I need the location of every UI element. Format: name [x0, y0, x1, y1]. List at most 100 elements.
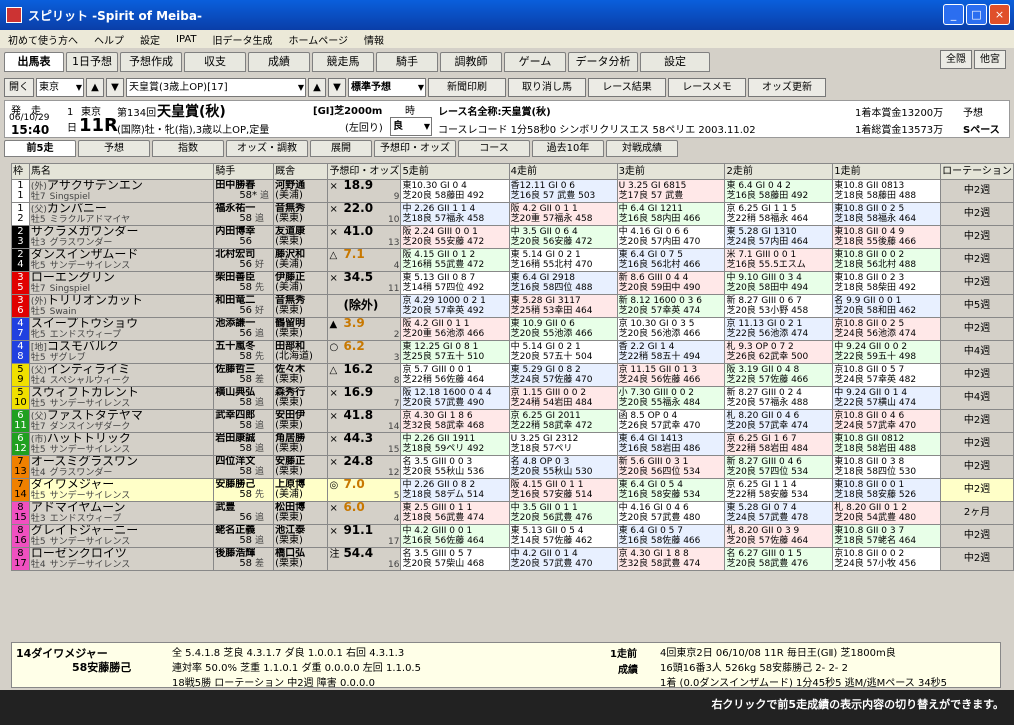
odds-cell[interactable]: × 41.0 13 [327, 225, 402, 249]
jockey-cell[interactable]: 柴田善臣 58 先 [213, 271, 275, 295]
menu-item-2[interactable]: 設定 [132, 32, 168, 47]
horse-name[interactable]: サクラメガワンダー [31, 227, 139, 239]
horse-name[interactable]: インティライミ [47, 365, 130, 377]
horse-row[interactable]: 7 14 ダイワメジャー 牡5 サンデーサイレンス 安藤勝己 58 先上原博 (美浦) ◎ 7.0 5… [11, 478, 1014, 502]
horse-name-cell[interactable]: ローゼンクロイツ 牡4 サンデーサイレンス [28, 547, 215, 571]
menu-item-4[interactable]: 旧データ生成 [205, 32, 281, 47]
prev-race-r5[interactable]: 京 4.29 1000 0 2 1 芝20良 57幸英 492 [400, 294, 510, 318]
prev-race-r2[interactable]: 新 8.27 GIII 0 2 4 芝20良 57福永 488 [724, 386, 834, 410]
odds-cell[interactable]: ○ 6.2 3 [327, 340, 402, 364]
prev-race-r3[interactable]: 中 6.4 GI 1211 芝16良 58内田 466 [616, 202, 726, 226]
trainer-cell[interactable]: 橋口弘 (栗東) [273, 547, 329, 571]
prev-race-r4[interactable]: 中 3.5 GII 0 1 1 芝20良 56武豊 476 [508, 501, 618, 525]
prev-race-r2[interactable]: 札 8.20 GII 0 4 6 芝20良 57武幸 474 [724, 409, 834, 433]
prev-race-r3[interactable]: 東 6.4 GI 0 5 4 芝16良 58安藤 534 [616, 478, 726, 502]
prev-race-r5[interactable]: 名 3.5 GIII 0 0 3 芝20良 55秋山 536 [400, 455, 510, 479]
prev-race-r5[interactable]: 中 2.26 GII 1 1 4 芝18良 57福永 458 [400, 202, 510, 226]
prev-race-r4[interactable]: 東 5.29 GI 0 8 2 芝24良 57佐藤 470 [508, 363, 618, 387]
horse-row[interactable]: 8 17 ローゼンクロイツ 牡4 サンデーサイレンス 後藤浩輝 58 差橋口弘 (栗東) 注 54.… [11, 547, 1014, 571]
next-down-button[interactable]: ▼ [328, 77, 346, 97]
main-tab-7[interactable]: 調教師 [440, 52, 502, 72]
prev-race-r1[interactable]: 東10.8 GII 0 3 7 芝18良 57蛯名 464 [832, 524, 942, 548]
jockey-cell[interactable]: 佐藤哲三 58 差 [213, 363, 275, 387]
prev-race-r2[interactable]: 札 8.20 GII 0 3 9 芝20良 57佐藤 464 [724, 524, 834, 548]
odds-cell[interactable]: ▲ 3.9 2 [327, 317, 402, 341]
prev-race-r1[interactable]: 東10.8 GII 0812 芝18良 58岩田 488 [832, 432, 942, 456]
main-tab-1[interactable]: 1日予想 [66, 52, 118, 72]
horse-name-cell[interactable]: ダンスインザムード 牝5 サンデーサイレンス [28, 248, 215, 272]
prev-race-r5[interactable]: 東 12.25 GI 0 8 1 芝25良 57五十 510 [400, 340, 510, 364]
prev-race-r2[interactable]: 東 5.28 GI 0 7 4 芝24良 57武豊 478 [724, 501, 834, 525]
prev-race-r3[interactable]: 東 6.4 GI 0 7 5 芝16良 56北村 466 [616, 248, 726, 272]
menu-item-0[interactable]: 初めて使う方へ [0, 32, 86, 47]
main-tab-6[interactable]: 騎手 [376, 52, 438, 72]
horse-name-cell[interactable]: スイープトウショウ 牝5 エンドスウィープ [28, 317, 215, 341]
prev-race-r4[interactable]: U 3.25 GI 2312 芝18良 57ペリ [508, 432, 618, 456]
horse-name-cell[interactable]: (外)アサクサデンエン 牡7 Singspiel [28, 179, 215, 203]
prev-race-r5[interactable]: 中 2.26 GII 1911 芝18良 59ペリ 492 [400, 432, 510, 456]
toolbar-button-4[interactable]: オッズ更新 [748, 77, 826, 97]
main-tab-8[interactable]: ゲーム [504, 52, 566, 72]
odds-cell[interactable]: × 6.0 4 [327, 501, 402, 525]
prev-down-button[interactable]: ▼ [106, 77, 124, 97]
toolbar-button-3[interactable]: レースメモ [668, 77, 746, 97]
trainer-cell[interactable]: 音無秀 (栗東) [273, 202, 329, 226]
prev-race-r1[interactable]: 東10.8 GII 0 4 9 芝18良 55後藤 466 [832, 225, 942, 249]
horse-row[interactable]: 6 12 (市)ハットトリック 牡5 サンデーサイレンス 岩田康誠 58 追角居勝 (栗東) × 4… [11, 432, 1014, 456]
horse-row[interactable]: 3 6 (外)トリリオンカット 牡5 Swain 和田竜二 56 好音無秀 (栗東) (除外) 京 … [11, 294, 1014, 318]
horse-row[interactable]: 1 2 (父)カンパニー 牡5 ミラクルアドマイヤ 福永祐一 58 追音無秀 (栗東) × 22.0… [11, 202, 1014, 226]
trainer-cell[interactable]: 藤沢和 (美浦) [273, 248, 329, 272]
horse-name-cell[interactable]: [地]コスモバルク 牡5 ザグレブ [28, 340, 215, 364]
trainer-cell[interactable]: 上原博 (美浦) [273, 478, 329, 502]
prev-race-r1[interactable]: 東10.8 GII 0 3 8 芝18良 58四位 530 [832, 455, 942, 479]
prev-race-r3[interactable]: 京 10.30 GI 0 3 5 芝20良 56池添 466 [616, 317, 726, 341]
odds-cell[interactable]: × 34.5 11 [327, 271, 402, 295]
trainer-cell[interactable]: 鶴留明 (栗東) [273, 317, 329, 341]
prev-race-r2[interactable]: 米 7.1 GIII 0 0 1 芝16良 55.5エスム [724, 248, 834, 272]
trainer-cell[interactable]: 安田伊 (栗東) [273, 409, 329, 433]
prev-race-r3[interactable]: 新 8.12 1600 0 3 6 芝20良 57幸英 474 [616, 294, 726, 318]
prev-up-button[interactable]: ▲ [86, 77, 104, 97]
trainer-cell[interactable]: 友道康 (栗東) [273, 225, 329, 249]
jockey-cell[interactable]: 横山典弘 58 追 [213, 386, 275, 410]
horse-name-cell[interactable]: ローエングリン 牡7 Singspiel [28, 271, 215, 295]
prev-race-r4[interactable]: 阪 4.2 GII 0 1 1 芝20重 57福永 458 [508, 202, 618, 226]
sub-tab-5[interactable]: 予想印・オッズ [374, 140, 456, 157]
horse-name-cell[interactable]: アドマイヤムーン 牡3 エンドスウィープ [28, 501, 215, 525]
odds-cell[interactable]: × 44.3 15 [327, 432, 402, 456]
horse-row[interactable]: 2 4 ダンスインザムード 牝5 サンデーサイレンス 北村宏司 56 好藤沢和 (美浦) △ 7.1… [11, 248, 1014, 272]
jockey-cell[interactable]: 和田竜二 56 好 [213, 294, 275, 318]
horse-name-cell[interactable]: オースミグラスワン 牡4 グラスワンダー [28, 455, 215, 479]
sub-tab-3[interactable]: オッズ・調教 [226, 140, 308, 157]
horse-name[interactable]: グレイトジャーニー [31, 526, 138, 538]
prev-race-r3[interactable]: 中 4.16 GI 0 4 6 芝20良 57武豊 480 [616, 501, 726, 525]
horse-row[interactable]: 3 5 ローエングリン 牡7 Singspiel 柴田善臣 58 先伊藤正 (美浦) × 34.5 1… [11, 271, 1014, 295]
trainer-cell[interactable]: 河野通 (美浦) [273, 179, 329, 203]
sub-tab-6[interactable]: コース [458, 140, 530, 157]
prev-race-r4[interactable]: 中 3.5 GII 0 6 4 芝20良 56安藤 472 [508, 225, 618, 249]
prev-race-r1[interactable]: 東10.8 GII 0 2 3 芝18良 58柴田 492 [832, 271, 942, 295]
prev-race-r4[interactable]: 東 6.4 GI 2918 芝16良 58四位 488 [508, 271, 618, 295]
horse-name[interactable]: ローゼンクロイツ [31, 549, 127, 561]
odds-cell[interactable]: △ 7.1 4 [327, 248, 402, 272]
open-button[interactable]: 開く [4, 77, 34, 97]
prev-race-r2[interactable]: 阪 3.19 GII 0 4 8 芝22良 57佐藤 466 [724, 363, 834, 387]
prev-race-r2[interactable]: 京 6.25 GI 1 6 7 芝22稍 58岩田 484 [724, 432, 834, 456]
trainer-cell[interactable]: 池江泰 (栗東) [273, 524, 329, 548]
prev-race-r5[interactable]: 阪 4.15 GII 0 1 2 芝16稍 55武豊 472 [400, 248, 510, 272]
sub-tab-8[interactable]: 対戦成績 [606, 140, 678, 157]
sub-tab-1[interactable]: 予想 [78, 140, 150, 157]
prev-race-r4[interactable]: 中 4.2 GII 0 1 4 芝20良 57武豊 470 [508, 547, 618, 571]
trainer-cell[interactable]: 森秀行 (栗東) [273, 386, 329, 410]
prev-race-r4[interactable]: 京 1.15 GIII 0 0 2 芝24稍 54岩田 484 [508, 386, 618, 410]
prev-race-r1[interactable]: 京10.8 GII 0 0 2 芝24良 57小牧 456 [832, 547, 942, 571]
trainer-cell[interactable]: 安藤正 (栗東) [273, 455, 329, 479]
prev-race-r1[interactable]: 東10.8 GII 0 2 5 芝18良 58福永 464 [832, 202, 942, 226]
prev-race-r5[interactable]: 京 5.7 GIII 0 0 1 芝22稍 56佐藤 464 [400, 363, 510, 387]
jockey-cell[interactable]: 安藤勝己 58 先 [213, 478, 275, 502]
prev-race-r5[interactable]: 中 2.26 GII 0 8 2 芝18良 58デム 514 [400, 478, 510, 502]
trainer-cell[interactable]: 角居勝 (栗東) [273, 432, 329, 456]
prev-race-r4[interactable]: 京 6.25 GI 2011 芝22稍 58武幸 472 [508, 409, 618, 433]
prev-race-r4[interactable]: 阪 4.15 GII 0 1 1 芝16良 57安藤 514 [508, 478, 618, 502]
odds-cell[interactable]: (除外) [327, 294, 402, 318]
